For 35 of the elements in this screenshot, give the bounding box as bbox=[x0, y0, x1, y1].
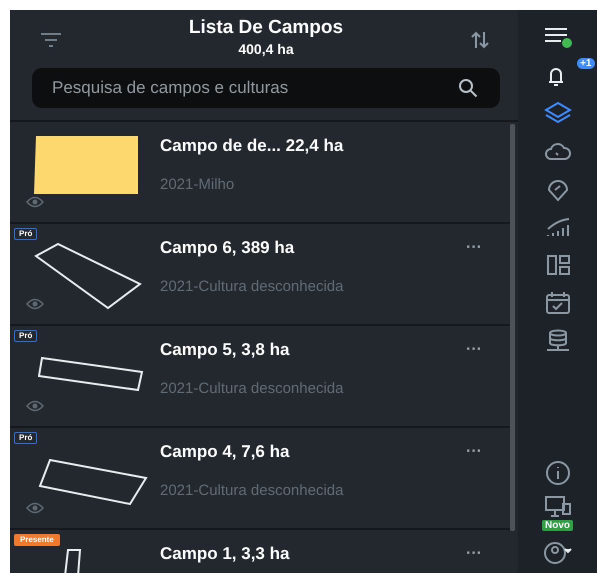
more-button[interactable]: ··· bbox=[460, 239, 488, 257]
crop-label: 2021-Cultura desconhecida bbox=[160, 278, 344, 295]
crop-label: 2021-Milho bbox=[160, 176, 236, 193]
eye-icon[interactable] bbox=[26, 298, 44, 310]
field-name: Campo de de... 22,4 ha bbox=[160, 136, 344, 156]
field-name: Campo 1, 3,3 ha bbox=[160, 544, 290, 564]
eye-icon[interactable] bbox=[26, 196, 44, 208]
layers-nav-icon[interactable] bbox=[542, 100, 572, 126]
eye-icon[interactable] bbox=[26, 400, 44, 412]
more-button[interactable]: ··· bbox=[460, 545, 488, 563]
new-badge: Novo bbox=[542, 520, 573, 531]
crop-label: 2021-Cultura desconhecida bbox=[160, 482, 344, 499]
field-row[interactable]: Campo de de... 22,4 ha 2021-Milho bbox=[10, 122, 510, 224]
field-row[interactable]: Presente Campo 1, 3,3 ha ··· bbox=[10, 530, 510, 573]
field-name: Campo 6, 389 ha bbox=[160, 238, 294, 258]
list-title: Lista De Campos bbox=[188, 17, 344, 39]
plan-badge: Pró bbox=[14, 432, 38, 444]
sort-icon[interactable] bbox=[470, 31, 490, 49]
more-button[interactable]: ··· bbox=[460, 341, 488, 359]
eye-icon[interactable] bbox=[26, 502, 44, 514]
plan-badge: Presente bbox=[14, 534, 60, 546]
user-nav-icon[interactable] bbox=[542, 539, 572, 565]
scrollbar[interactable] bbox=[510, 124, 515, 531]
filter-icon[interactable] bbox=[40, 33, 62, 47]
total-area: 400,4 ha bbox=[188, 41, 344, 57]
more-button[interactable]: ··· bbox=[460, 443, 488, 461]
plan-badge: Pró bbox=[14, 330, 38, 342]
search-icon[interactable] bbox=[458, 78, 478, 98]
plan-badge: Pró bbox=[14, 228, 38, 240]
screen-nav-icon[interactable] bbox=[542, 494, 572, 520]
field-name: Campo 4, 7,6 ha bbox=[160, 442, 290, 462]
notification-badge: +1 bbox=[577, 58, 594, 69]
search-field[interactable]: Pesquisa de campos e culturas bbox=[32, 68, 500, 108]
crop-label: 2021-Cultura desconhecida bbox=[160, 380, 344, 397]
field-name: Campo 5, 3,8 ha bbox=[160, 340, 290, 360]
